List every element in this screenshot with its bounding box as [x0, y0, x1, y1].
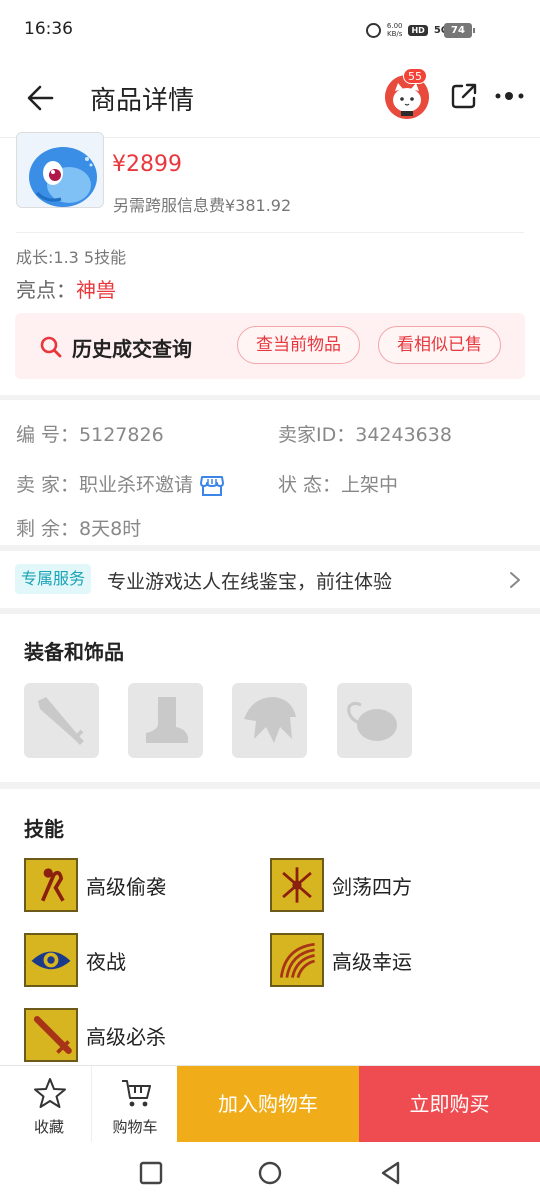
add-to-cart-button[interactable]: 加入购物车 [177, 1066, 359, 1142]
skill-name: 高级偷袭 [86, 874, 166, 899]
search-icon [40, 336, 62, 358]
net-speed: 6.00 KB/s [387, 22, 403, 38]
equipment-title: 装备和饰品 [24, 640, 124, 664]
seller-label: 卖 家： [16, 474, 80, 496]
share-icon [451, 83, 477, 109]
back-button[interactable] [22, 78, 62, 118]
skill-name: 高级必杀 [86, 1024, 166, 1049]
status-row: 状 态：上架中 [278, 470, 398, 497]
home-icon[interactable] [257, 1160, 283, 1186]
notification-badge: 55 [403, 68, 427, 84]
skill-item[interactable]: 高级必杀 [24, 1008, 166, 1062]
back-triangle-icon[interactable] [378, 1160, 404, 1186]
sword-sweep-skill-icon [270, 858, 324, 912]
seller-id-label: 卖家ID： [278, 424, 356, 446]
history-query-label: 历史成交查询 [72, 337, 192, 361]
equip-slot-weapon[interactable] [24, 683, 99, 758]
equip-slot-boots[interactable] [128, 683, 203, 758]
check-current-button[interactable]: 查当前物品 [237, 326, 360, 364]
chevron-right-icon [510, 572, 520, 588]
hd-icon: HD [408, 24, 428, 36]
page-title: 商品详情 [90, 86, 195, 116]
skill-item[interactable]: 高级偷袭 [24, 858, 166, 912]
back-arrow-icon [27, 85, 54, 111]
item-id-row: 编 号：5127826 [16, 420, 164, 447]
more-button[interactable] [494, 86, 526, 106]
status-label: 状 态： [278, 474, 342, 496]
lucky-skill-icon [270, 933, 324, 987]
shop-icon[interactable] [199, 474, 225, 498]
exclusive-service-row[interactable]: 专属服务 专业游戏达人在线鉴宝，前往体验 [0, 551, 540, 608]
recent-apps-icon[interactable] [138, 1160, 164, 1186]
favorite-label: 收藏 [33, 1118, 64, 1136]
product-price: ¥2899 [112, 152, 182, 177]
sneak-attack-skill-icon [24, 858, 78, 912]
seller-id-value: 34243638 [355, 424, 452, 446]
status-time: 16:36 [24, 19, 73, 39]
service-text: 专业游戏达人在线鉴宝，前往体验 [107, 571, 393, 593]
remaining-row: 剩 余：8天8时 [16, 514, 141, 541]
alarm-icon [365, 22, 381, 38]
highlight-label: 亮点： [16, 278, 76, 302]
remaining-label: 剩 余： [16, 518, 80, 540]
favorite-button[interactable]: 收藏 [5, 1066, 93, 1142]
skill-item[interactable]: 高级幸运 [270, 933, 412, 987]
critical-strike-skill-icon [24, 1008, 78, 1062]
cart-icon [122, 1080, 151, 1107]
skills-title: 技能 [24, 817, 64, 841]
buy-now-button[interactable]: 立即购买 [359, 1066, 540, 1142]
night-battle-skill-icon [24, 933, 78, 987]
seller-row[interactable]: 卖 家：职业杀环邀请 [16, 470, 225, 498]
app-header: 商品详情 55 [0, 62, 540, 138]
equipment-card: 装备和饰品 [0, 614, 540, 782]
status-bar: 16:36 6.00 KB/s HD 5G 74 [0, 0, 540, 62]
net-speed-unit: KB/s [386, 30, 403, 38]
cart-label: 购物车 [112, 1118, 158, 1136]
status-value: 上架中 [341, 474, 399, 496]
helmet-icon [244, 697, 296, 743]
system-nav-bar [0, 1142, 540, 1204]
net-speed-value: 6.00 [386, 22, 403, 30]
cart-button[interactable]: 购物车 [91, 1066, 179, 1142]
highlight-row: 亮点：神兽 [16, 274, 116, 303]
equip-slot-helmet[interactable] [232, 683, 307, 758]
share-button[interactable] [450, 82, 478, 110]
service-tag: 专属服务 [15, 564, 92, 594]
more-dots-icon [495, 92, 524, 100]
skill-item[interactable]: 剑荡四方 [270, 858, 412, 912]
boots-icon [146, 697, 188, 743]
divider [16, 232, 524, 233]
info-card: 编 号：5127826 卖家ID：34243638 卖 家：职业杀环邀请 状 态… [0, 400, 540, 545]
star-icon [34, 1078, 66, 1108]
equip-slot-accessory[interactable] [337, 683, 412, 758]
skill-name: 剑荡四方 [332, 874, 412, 899]
item-id-label: 编 号： [16, 424, 80, 446]
highlight-value: 神兽 [76, 278, 116, 302]
weapon-icon [38, 697, 84, 745]
pet-dolphin-icon [17, 133, 103, 207]
pet-image[interactable] [16, 132, 104, 208]
remaining-value: 8天8时 [79, 518, 142, 540]
accessory-icon [347, 701, 397, 741]
history-query-box: 历史成交查询 查当前物品 看相似已售 [15, 313, 525, 379]
skill-name: 夜战 [86, 949, 126, 974]
seller-id-row: 卖家ID：34243638 [278, 420, 452, 447]
battery-icon: 74 [444, 23, 475, 38]
cross-server-fee: 另需跨服信息费¥381.92 [113, 196, 292, 215]
item-id-value: 5127826 [79, 424, 164, 446]
growth-skills: 成长:1.3 5技能 [16, 248, 127, 267]
skills-card: 技能 高级偷袭 剑荡四方 夜战 高级幸运 高级必杀 [0, 789, 540, 1069]
view-similar-sold-button[interactable]: 看相似已售 [378, 326, 501, 364]
skill-name: 高级幸运 [332, 949, 412, 974]
seller-value: 职业杀环邀请 [79, 474, 194, 496]
bottom-action-bar: 收藏 购物车 加入购物车 立即购买 [0, 1065, 540, 1142]
skill-item[interactable]: 夜战 [24, 933, 126, 987]
